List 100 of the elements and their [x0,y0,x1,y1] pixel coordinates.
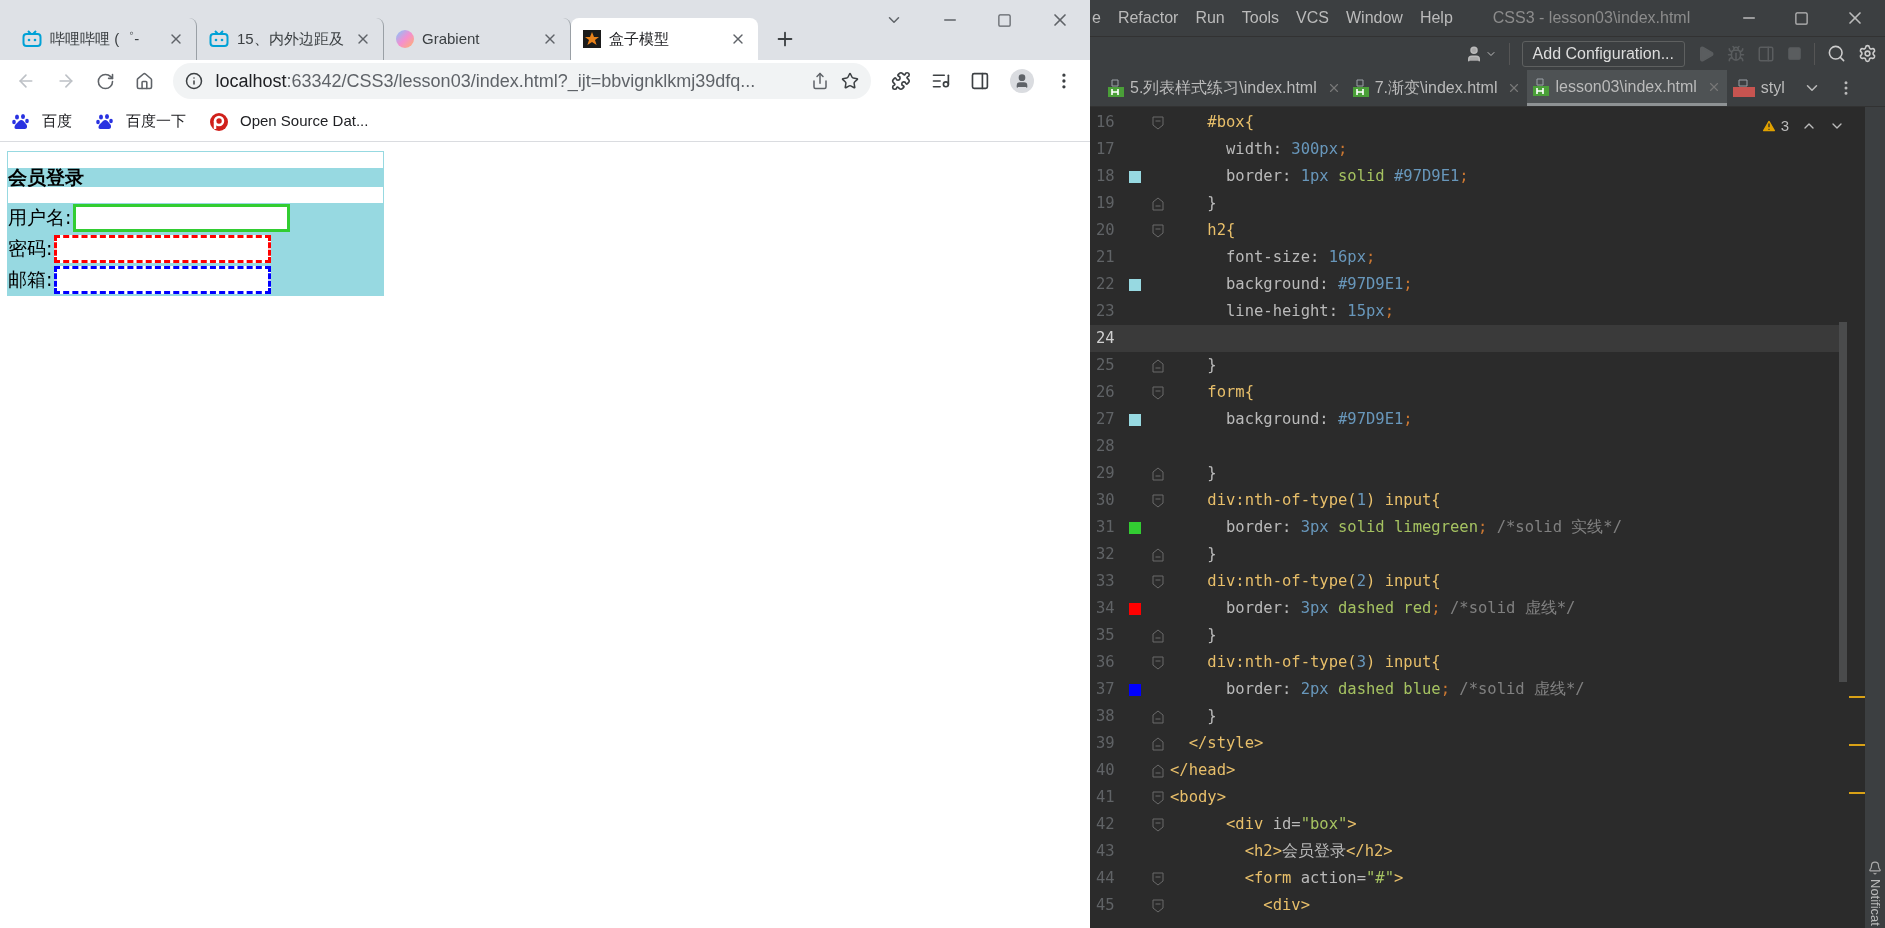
line-number: 29 [1095,462,1116,484]
line-number: 31 [1095,516,1116,538]
line-number: 35 [1095,624,1116,646]
code-line: } [1206,543,1217,565]
bookmark[interactable]: 百度一下 [96,110,186,133]
bookmark[interactable]: 百度 [12,110,72,133]
code-line: border: 3px solid limegreen; /*solid 实线*/ [1225,516,1622,538]
paw-icon [12,112,30,131]
editor-tab[interactable]: 5.列表样式练习\index.html [1102,70,1347,106]
extensions-icon[interactable] [890,71,911,91]
line-number: 21 [1095,246,1116,268]
tab-label: 7.渐变\index.html [1374,78,1498,98]
tab-label: styl [1760,78,1785,98]
address-bar[interactable]: localhost:63342/CSS3/lesson03/index.html?_ijt=bbvignklkmj39dfq... [173,63,871,99]
menu-item[interactable]: Help [1419,6,1453,30]
media-icon[interactable] [930,71,951,91]
line-number: 41 [1095,786,1116,808]
side-panel-icon[interactable] [970,71,991,91]
browser-tab[interactable]: 盒子模型 [571,18,758,60]
add-configuration-button[interactable]: Add Configuration... [1521,40,1685,67]
fold-marker-icon [1151,898,1164,913]
window-title: CSS3 - lesson03\index.html [1492,8,1691,28]
field-label: 密码: [8,239,53,258]
gradient-circle-icon [396,30,414,48]
code-line: <div id="box"> [1225,813,1357,835]
settings-icon[interactable] [1858,44,1877,63]
code-line: font-size: 16px; [1225,246,1376,268]
css-file-icon [1732,79,1755,97]
tab-title: 哔哩哔哩 (゜- [50,28,141,49]
code-line: background: #97D9E1; [1225,273,1413,295]
line-number: 45 [1095,894,1116,916]
browser-tab[interactable]: Grabient [384,18,571,60]
code-line: } [1206,705,1217,727]
marker-stripe[interactable] [1849,744,1865,746]
url-text: localhost:63342/CSS3/lesson03/index.html?_ijt=bbvignklkmj39dfq... [215,69,757,94]
home-icon[interactable] [134,71,154,91]
share-icon[interactable] [810,72,829,90]
fold-marker-icon [1151,223,1164,238]
ring-logo-icon [210,112,228,131]
fold-marker-icon [1151,871,1164,886]
search-icon[interactable] [1827,44,1846,63]
notifications-icon[interactable] [1868,861,1882,876]
input-field[interactable] [73,203,291,232]
fold-marker-icon [1151,763,1164,778]
login-heading: 会员登录 [8,168,84,187]
line-number: 33 [1095,570,1116,592]
input-field[interactable] [54,265,272,294]
maximize-icon[interactable] [1794,10,1809,26]
code-line: </style> [1187,732,1264,754]
warning-indicator[interactable]: 3 [1760,115,1789,138]
browser-tab[interactable]: 哔哩哔哩 (゜- [10,18,197,60]
browser-tab[interactable]: 15、内外边距及 [197,18,384,60]
reload-icon[interactable] [95,71,115,91]
line-number: 27 [1095,408,1116,430]
line-number: 42 [1095,813,1116,835]
code-line: <form action="#"> [1243,867,1404,889]
tab-label: 5.列表样式练习\index.html [1130,78,1317,98]
star-icon [583,30,601,48]
menu-item[interactable]: Window [1346,6,1403,30]
menu-item[interactable]: Run [1195,6,1225,30]
line-number: 37 [1095,678,1116,700]
editor-tab[interactable]: 7.渐变\index.html [1346,70,1528,106]
code-line: } [1206,624,1217,646]
line-number: 25 [1095,354,1116,376]
menu-item[interactable]: Tools [1241,6,1280,30]
menu-item[interactable]: VCS [1296,6,1329,30]
code-line: h2{ [1206,219,1236,241]
code-line: } [1206,354,1217,376]
code-line: <div> [1262,894,1310,916]
info-icon [185,72,204,90]
line-number: 18 [1095,165,1116,187]
notifications-label[interactable]: Notificat [1865,879,1885,926]
paw-icon [96,112,114,131]
html-file-icon [1352,79,1369,97]
marker-stripe[interactable] [1849,792,1865,794]
marker-stripe[interactable] [1849,696,1865,698]
code-line: #box{ [1206,111,1254,133]
code-line: <h2>会员登录</h2> [1243,840,1393,862]
line-number: 19 [1095,192,1116,214]
fold-marker-icon [1151,817,1164,832]
editor-tab[interactable]: lesson03\index.html [1527,70,1727,106]
editor-tab[interactable]: styl [1726,70,1791,106]
input-field[interactable] [54,234,272,263]
code-line: line-height: 15px; [1225,300,1394,322]
scrollbar-thumb[interactable] [1839,322,1847,682]
menu-item[interactable]: e [1092,6,1101,30]
menu-item[interactable]: Refactor [1117,6,1179,30]
bookmark[interactable]: Open Source Dat... [210,110,369,133]
tab-title: Grabient [422,28,481,49]
bookmark-star-icon[interactable] [840,72,859,90]
fold-marker-icon [1151,709,1164,724]
fold-marker-icon [1151,574,1164,589]
maximize-icon[interactable] [997,12,1012,28]
code-line: div:nth-of-type(1) input{ [1206,489,1441,511]
line-number: 26 [1095,381,1116,403]
tv-icon [209,30,229,48]
line-number: 17 [1095,138,1116,160]
code-line: background: #97D9E1; [1225,408,1413,430]
profile-avatar[interactable] [1010,69,1035,93]
line-number: 38 [1095,705,1116,727]
